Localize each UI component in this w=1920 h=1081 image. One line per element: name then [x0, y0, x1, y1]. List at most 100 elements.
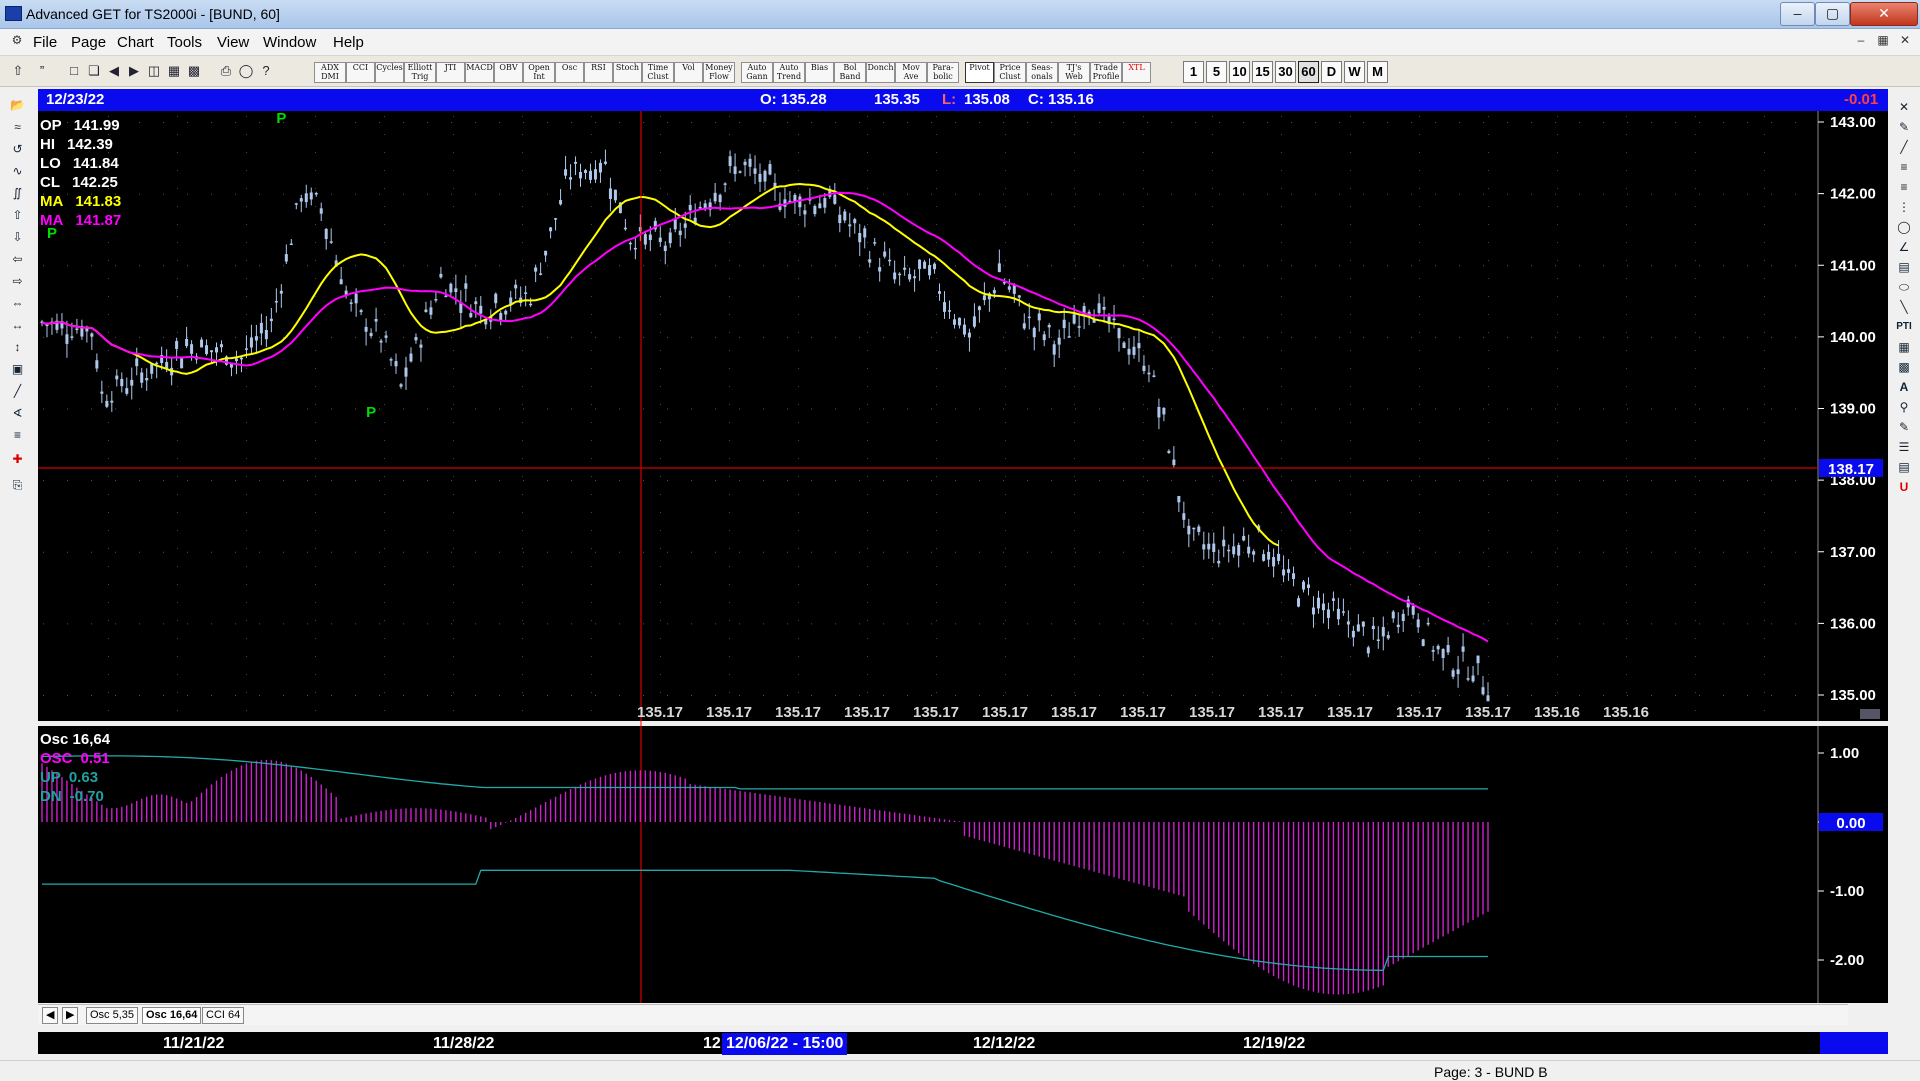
arrow-right-icon[interactable]: ⇨: [4, 272, 31, 290]
timeframe-button[interactable]: 60: [1298, 61, 1319, 83]
study-button[interactable]: Para- bolic: [927, 62, 959, 83]
study-button[interactable]: Mov Ave: [895, 62, 927, 83]
cascade-icon[interactable]: ◫: [144, 61, 164, 81]
document-icon[interactable]: ⚙: [8, 33, 26, 49]
fib-retracement-icon[interactable]: ≡: [1892, 158, 1916, 176]
study-button[interactable]: Bol Band: [834, 62, 866, 83]
tab-cci-64[interactable]: CCI 64: [202, 1007, 245, 1024]
double-quote-icon[interactable]: ”: [32, 61, 52, 81]
reset-icon[interactable]: ↺: [4, 140, 31, 158]
study-button[interactable]: Pivot: [965, 62, 994, 83]
andrews-icon[interactable]: ╲: [1892, 298, 1916, 316]
close-button[interactable]: ✕: [1850, 2, 1918, 26]
study-button[interactable]: Vol: [674, 62, 703, 83]
study-button[interactable]: Open Int: [523, 62, 555, 83]
study-button[interactable]: ADX DMI: [314, 62, 346, 83]
pattern-icon[interactable]: ≈: [4, 118, 31, 136]
timeframe-button[interactable]: D: [1321, 61, 1342, 83]
timeframe-button[interactable]: 1: [1183, 61, 1204, 83]
study-button[interactable]: Money Flow: [703, 62, 735, 83]
fib-extension-icon[interactable]: ≡: [1892, 178, 1916, 196]
mdi-close-icon[interactable]: ✕: [1896, 33, 1914, 49]
tab-scroll-left[interactable]: ◀: [42, 1007, 59, 1024]
fib-icon[interactable]: ≡: [4, 426, 31, 444]
study-button[interactable]: Donch: [866, 62, 895, 83]
delete-icon[interactable]: ✕: [1892, 98, 1916, 116]
menu-view[interactable]: View: [217, 34, 249, 51]
gann-icon[interactable]: ∢: [4, 404, 31, 422]
menu-page[interactable]: Page: [71, 34, 106, 51]
study-button[interactable]: MACD: [465, 62, 494, 83]
tab-scroll-right[interactable]: ▶: [62, 1007, 79, 1024]
study-button[interactable]: Seas- onals: [1026, 62, 1058, 83]
timeframe-button[interactable]: 30: [1275, 61, 1296, 83]
study-button[interactable]: Auto Gann: [741, 62, 773, 83]
pointer-icon[interactable]: ⇧: [8, 61, 28, 81]
tile-icon[interactable]: ▦: [164, 61, 184, 81]
brush-icon[interactable]: ✎: [1892, 418, 1916, 436]
maximize-button[interactable]: ▢: [1815, 2, 1850, 26]
notes-icon[interactable]: ▤: [1892, 458, 1916, 476]
minimize-button[interactable]: –: [1780, 2, 1815, 26]
fib-time-icon[interactable]: ⋮: [1892, 198, 1916, 216]
study-button[interactable]: RSI: [584, 62, 613, 83]
box-icon[interactable]: ▣: [4, 360, 31, 378]
study-button[interactable]: XTL: [1122, 62, 1151, 83]
fan-icon[interactable]: ∠: [1892, 238, 1916, 256]
trendline-icon[interactable]: ╱: [1892, 138, 1916, 156]
expand-v-icon[interactable]: ↕: [4, 338, 31, 356]
clipboard-icon[interactable]: ⎘: [4, 476, 31, 494]
list-icon[interactable]: ☰: [1892, 438, 1916, 456]
spiral-icon[interactable]: ◯: [1892, 218, 1916, 236]
tab-osc-5-35[interactable]: Osc 5,35: [86, 1007, 139, 1024]
help-icon[interactable]: ?: [256, 61, 276, 81]
study-button[interactable]: Osc: [555, 62, 584, 83]
text-icon[interactable]: A: [1892, 378, 1916, 396]
new-page-icon[interactable]: □: [64, 61, 84, 81]
mob-icon[interactable]: ▩: [1892, 358, 1916, 376]
pencil-icon[interactable]: ✎: [1892, 118, 1916, 136]
mdi-minimize-icon[interactable]: –: [1852, 33, 1870, 49]
study-button[interactable]: Auto Trend: [773, 62, 805, 83]
copy-icon[interactable]: ❏: [84, 61, 104, 81]
table-icon[interactable]: ▦: [1892, 338, 1916, 356]
arrow-down-icon[interactable]: ⇩: [4, 228, 31, 246]
study-button[interactable]: CCI: [346, 62, 375, 83]
timeframe-button[interactable]: 10: [1229, 61, 1250, 83]
study-button[interactable]: Price Clust: [994, 62, 1026, 83]
study-icon[interactable]: ∿: [4, 162, 31, 180]
arrow-left-icon[interactable]: ⇦: [4, 250, 31, 268]
study-button[interactable]: Time Clust: [642, 62, 674, 83]
timeframe-button[interactable]: 5: [1206, 61, 1227, 83]
tab-osc-16-64[interactable]: Osc 16,64: [142, 1007, 202, 1024]
pti-icon[interactable]: PTI: [1892, 318, 1916, 336]
study-button[interactable]: OBV: [494, 62, 523, 83]
crosshair-icon[interactable]: ✚: [4, 450, 31, 468]
channel-icon[interactable]: ▤: [1892, 258, 1916, 276]
compress-icon[interactable]: ⇔: [4, 294, 31, 312]
magnet-icon[interactable]: U: [1892, 478, 1916, 496]
study-button[interactable]: TJ's Web: [1058, 62, 1090, 83]
back-icon[interactable]: ◀: [104, 61, 124, 81]
menu-chart[interactable]: Chart: [117, 34, 154, 51]
study-button[interactable]: Stoch: [613, 62, 642, 83]
elliott-icon[interactable]: ∬: [4, 184, 31, 202]
forward-icon[interactable]: ▶: [124, 61, 144, 81]
timeframe-button[interactable]: W: [1344, 61, 1365, 83]
lines-icon[interactable]: ╱: [4, 382, 31, 400]
menu-window[interactable]: Window: [263, 34, 316, 51]
zoom-icon[interactable]: ⚲: [1892, 398, 1916, 416]
timeframe-button[interactable]: M: [1367, 61, 1388, 83]
study-button[interactable]: JTI: [436, 62, 465, 83]
ellipse-icon[interactable]: ⬭: [1892, 278, 1916, 296]
study-button[interactable]: Trade Profile: [1090, 62, 1122, 83]
menu-tools[interactable]: Tools: [167, 34, 202, 51]
mdi-restore-icon[interactable]: ▦: [1874, 33, 1892, 49]
menu-file[interactable]: File: [33, 34, 57, 51]
study-button[interactable]: Bias: [805, 62, 834, 83]
light-bulb-icon[interactable]: ◯: [236, 61, 256, 81]
grid-icon[interactable]: ▩: [184, 61, 204, 81]
print-icon[interactable]: ⎙: [216, 61, 236, 81]
timeframe-button[interactable]: 15: [1252, 61, 1273, 83]
arrow-up-icon[interactable]: ⇧: [4, 206, 31, 224]
